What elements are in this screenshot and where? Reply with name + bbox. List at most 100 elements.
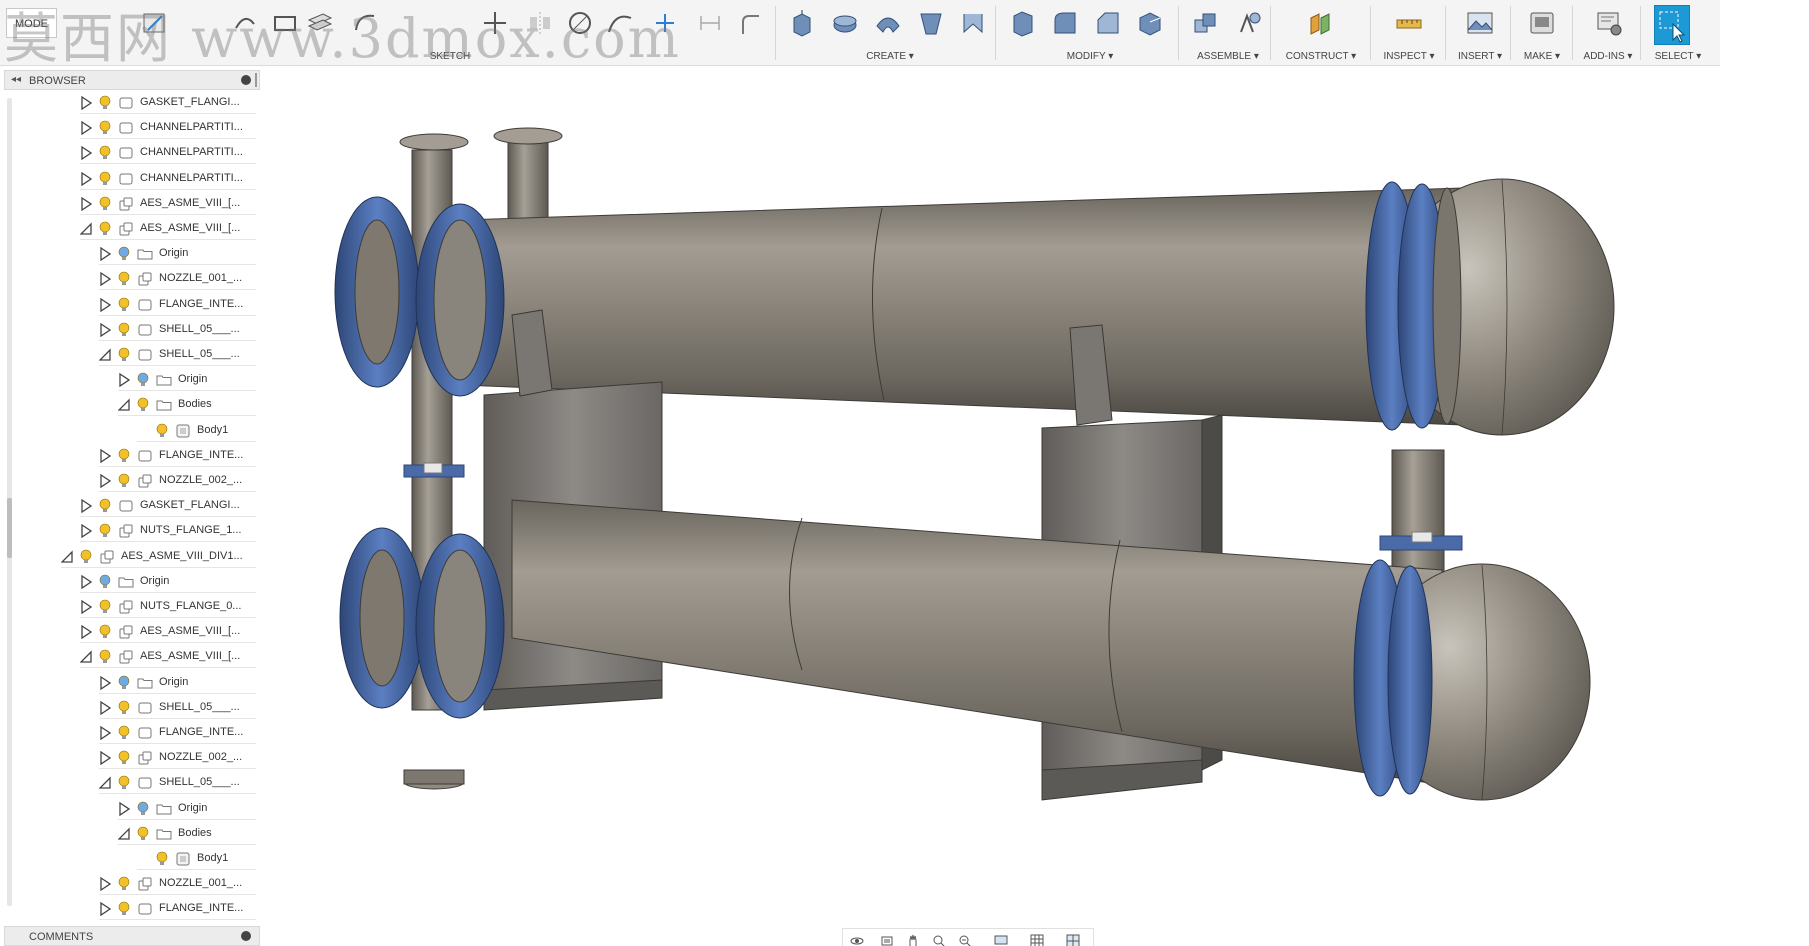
zoom-icon[interactable] (931, 933, 947, 946)
visibility-bulb-icon[interactable] (155, 423, 169, 439)
sweep-icon[interactable] (873, 8, 903, 38)
chamfer-icon[interactable] (1093, 8, 1123, 38)
press-pull-icon[interactable] (1008, 8, 1038, 38)
tree-row[interactable]: AES_ASME_VIII_[... (80, 646, 256, 669)
tree-row[interactable]: AES_ASME_VIII_DIV1... (61, 546, 256, 568)
arc-icon[interactable] (350, 8, 380, 38)
tree-row[interactable]: SHELL_05___... (99, 319, 256, 341)
tree-row[interactable]: Body1 (137, 420, 256, 442)
visibility-bulb-icon[interactable] (155, 851, 169, 867)
construct-menu[interactable]: CONSTRUCT ▾ (1286, 51, 1356, 62)
tree-row[interactable]: GASKET_FLANGI... (80, 495, 256, 518)
collapse-triangle-icon[interactable] (80, 524, 92, 539)
expand-triangle-icon[interactable] (80, 650, 92, 664)
select-menu[interactable]: SELECT ▾ (1655, 51, 1702, 62)
visibility-bulb-icon[interactable] (98, 145, 112, 161)
orbit-icon[interactable] (849, 933, 865, 946)
workspace-mode-button[interactable]: MODE (6, 8, 57, 38)
circle-icon[interactable] (565, 8, 595, 38)
tree-row[interactable]: Origin (99, 243, 256, 266)
assemble-menu[interactable]: ASSEMBLE ▾ (1197, 51, 1259, 62)
extrude-icon[interactable] (787, 8, 817, 38)
stack-icon[interactable] (305, 8, 335, 38)
display-mode-icon[interactable] (993, 933, 1009, 946)
visibility-bulb-icon[interactable] (136, 397, 150, 413)
point-icon[interactable] (650, 8, 680, 38)
tree-row[interactable]: SHELL_05___... (99, 772, 256, 795)
visibility-bulb-icon[interactable] (79, 549, 93, 565)
loft-icon[interactable] (916, 8, 946, 38)
scripts-addins-icon[interactable] (1594, 8, 1624, 38)
collapse-triangle-icon[interactable] (80, 625, 92, 640)
expand-triangle-icon[interactable] (61, 550, 73, 564)
visibility-bulb-icon[interactable] (117, 246, 131, 262)
collapse-triangle-icon[interactable] (99, 322, 111, 337)
modify-menu[interactable]: MODIFY ▾ (1067, 51, 1114, 62)
visibility-bulb-icon[interactable] (117, 876, 131, 892)
mirror-icon[interactable] (525, 8, 555, 38)
tree-row[interactable]: FLANGE_INTE... (99, 445, 256, 467)
visibility-bulb-icon[interactable] (136, 372, 150, 388)
collapse-triangle-icon[interactable] (80, 574, 92, 589)
tree-row[interactable]: Origin (118, 798, 256, 820)
select-button[interactable] (1654, 5, 1690, 45)
collapse-triangle-icon[interactable] (118, 801, 130, 816)
tree-scrollbar[interactable] (7, 98, 12, 906)
create-menu[interactable]: CREATE ▾ (866, 51, 914, 62)
sketch-menu[interactable]: SKETCH (430, 51, 471, 62)
tree-row[interactable]: Origin (99, 672, 256, 694)
expand-triangle-icon[interactable] (99, 776, 111, 790)
tree-row[interactable]: FLANGE_INTE... (99, 898, 256, 921)
expand-triangle-icon[interactable] (80, 222, 92, 236)
shell-icon[interactable] (1135, 8, 1165, 38)
browser-options-icon[interactable] (241, 75, 251, 85)
visibility-bulb-icon[interactable] (98, 196, 112, 212)
visibility-bulb-icon[interactable] (98, 95, 112, 111)
rectangle-icon[interactable] (270, 8, 300, 38)
undo-arc-icon[interactable] (230, 8, 260, 38)
visibility-bulb-icon[interactable] (136, 826, 150, 842)
tree-row[interactable]: SHELL_05___... (99, 344, 256, 366)
grid-icon[interactable] (1029, 933, 1045, 946)
visibility-bulb-icon[interactable] (117, 322, 131, 338)
visibility-bulb-icon[interactable] (117, 750, 131, 766)
tree-row[interactable]: Bodies (118, 823, 256, 845)
dimension-icon[interactable] (695, 8, 725, 38)
collapse-triangle-icon[interactable] (80, 171, 92, 186)
collapse-triangle-icon[interactable] (99, 877, 111, 892)
tree-row[interactable]: NOZZLE_002_... (99, 747, 256, 770)
visibility-bulb-icon[interactable] (98, 221, 112, 237)
visibility-bulb-icon[interactable] (98, 120, 112, 136)
viewports-icon[interactable] (1065, 933, 1081, 946)
tree-row[interactable]: SHELL_05___... (99, 697, 256, 719)
tree-row[interactable]: CHANNELPARTITI... (80, 117, 256, 140)
add-comment-icon[interactable] (241, 931, 251, 941)
collapse-triangle-icon[interactable] (99, 297, 111, 312)
pan-icon[interactable] (905, 933, 921, 946)
tree-row[interactable]: CHANNELPARTITI... (80, 168, 256, 190)
visibility-bulb-icon[interactable] (117, 473, 131, 489)
fillet-sketch-icon[interactable] (735, 8, 765, 38)
tree-row[interactable]: AES_ASME_VIII_[... (80, 218, 256, 240)
tree-row[interactable]: Origin (80, 571, 256, 593)
collapse-triangle-icon[interactable] (99, 751, 111, 766)
move-icon[interactable] (480, 8, 510, 38)
visibility-bulb-icon[interactable] (117, 297, 131, 313)
comments-panel[interactable]: COMMENTS (4, 926, 260, 946)
tree-row[interactable]: AES_ASME_VIII_[... (80, 193, 256, 215)
tree-row[interactable]: NOZZLE_001_... (99, 268, 256, 291)
tree-row[interactable]: AES_ASME_VIII_[... (80, 621, 256, 644)
collapse-triangle-icon[interactable] (99, 448, 111, 463)
insert-menu[interactable]: INSERT ▾ (1458, 51, 1502, 62)
revolve-icon[interactable] (830, 8, 860, 38)
collapse-triangle-icon[interactable] (99, 726, 111, 740)
insert-image-icon[interactable] (1465, 8, 1495, 38)
scrollbar-thumb[interactable] (7, 498, 12, 558)
tree-row[interactable]: FLANGE_INTE... (99, 722, 256, 744)
tree-row[interactable]: NOZZLE_002_... (99, 470, 256, 492)
visibility-bulb-icon[interactable] (117, 700, 131, 716)
offset-plane-icon[interactable] (1305, 8, 1335, 38)
visibility-bulb-icon[interactable] (98, 574, 112, 590)
measure-icon[interactable] (1394, 8, 1424, 38)
collapse-panel-icon[interactable]: ◂◂ (11, 74, 21, 85)
